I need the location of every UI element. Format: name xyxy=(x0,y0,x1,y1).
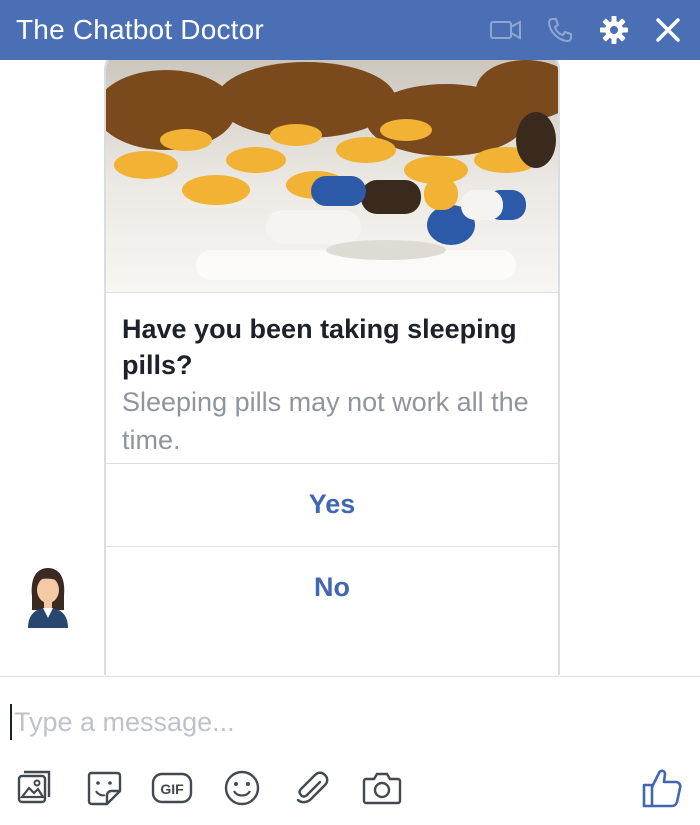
chat-title: The Chatbot Doctor xyxy=(16,14,264,45)
message-list: Have you been taking sleeping pills? Sle… xyxy=(0,60,700,675)
sleeping-pills-image xyxy=(106,60,558,292)
text-caret xyxy=(10,704,12,740)
header-actions xyxy=(470,12,686,48)
composer-divider xyxy=(0,676,700,677)
photo-icon[interactable] xyxy=(12,766,56,810)
message-card: Have you been taking sleeping pills? Sle… xyxy=(104,60,560,675)
message-composer xyxy=(10,700,690,744)
close-icon[interactable] xyxy=(650,12,686,48)
video-camera-icon[interactable] xyxy=(488,12,524,48)
sticker-icon[interactable] xyxy=(82,766,126,810)
chat-header: The Chatbot Doctor xyxy=(0,0,700,60)
bot-avatar xyxy=(28,568,68,628)
no-button[interactable]: No xyxy=(106,546,558,628)
paperclip-icon[interactable] xyxy=(290,766,334,810)
message-input[interactable] xyxy=(14,706,654,738)
phone-icon[interactable] xyxy=(542,12,578,48)
card-text-block: Have you been taking sleeping pills? Sle… xyxy=(106,292,558,472)
gear-icon[interactable] xyxy=(596,12,632,48)
card-title: Have you been taking sleeping pills? xyxy=(122,314,517,380)
gif-icon[interactable]: GIF xyxy=(150,766,194,810)
card-subtitle: Sleeping pills may not work all the time… xyxy=(122,387,529,455)
composer-toolbar: GIF xyxy=(0,760,700,816)
thumbs-up-icon[interactable] xyxy=(640,766,684,810)
camera-icon[interactable] xyxy=(360,766,404,810)
svg-text:GIF: GIF xyxy=(160,781,184,797)
emoji-icon[interactable] xyxy=(220,766,264,810)
yes-button[interactable]: Yes xyxy=(106,463,558,545)
